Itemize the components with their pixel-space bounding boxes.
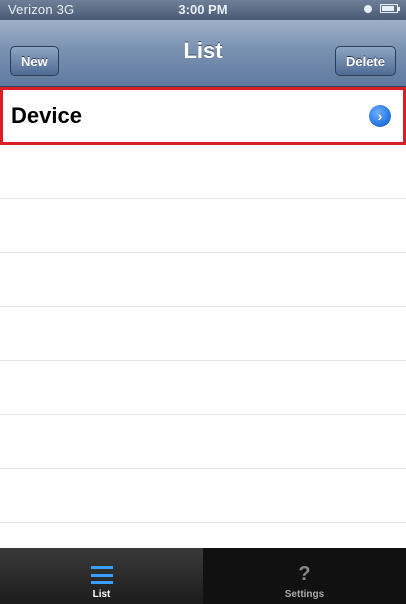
empty-row	[0, 415, 406, 469]
status-icons	[364, 4, 400, 13]
question-icon: ?	[298, 563, 311, 585]
device-list: Device ›	[0, 87, 406, 577]
battery-icon	[380, 4, 400, 13]
empty-row	[0, 253, 406, 307]
empty-row	[0, 145, 406, 199]
list-item-label: Device	[11, 103, 82, 128]
empty-row	[0, 307, 406, 361]
clock: 3:00 PM	[178, 2, 228, 17]
status-bar: Verizon 3G 3:00 PM	[0, 0, 406, 20]
list-item-device[interactable]: Device ›	[0, 87, 406, 145]
tab-label: List	[92, 589, 111, 600]
tab-label: Settings	[284, 589, 325, 600]
empty-row	[0, 199, 406, 253]
list-icon	[91, 566, 113, 584]
tab-bar: List ? Settings	[0, 548, 406, 604]
disclosure-icon[interactable]: ›	[369, 105, 391, 127]
lock-icon	[364, 4, 372, 13]
navigation-bar: New List Delete	[0, 20, 406, 87]
empty-row	[0, 469, 406, 523]
delete-button[interactable]: Delete	[334, 46, 396, 76]
tab-settings[interactable]: ? Settings	[203, 548, 406, 604]
tab-list[interactable]: List	[0, 548, 203, 604]
empty-row	[0, 361, 406, 415]
